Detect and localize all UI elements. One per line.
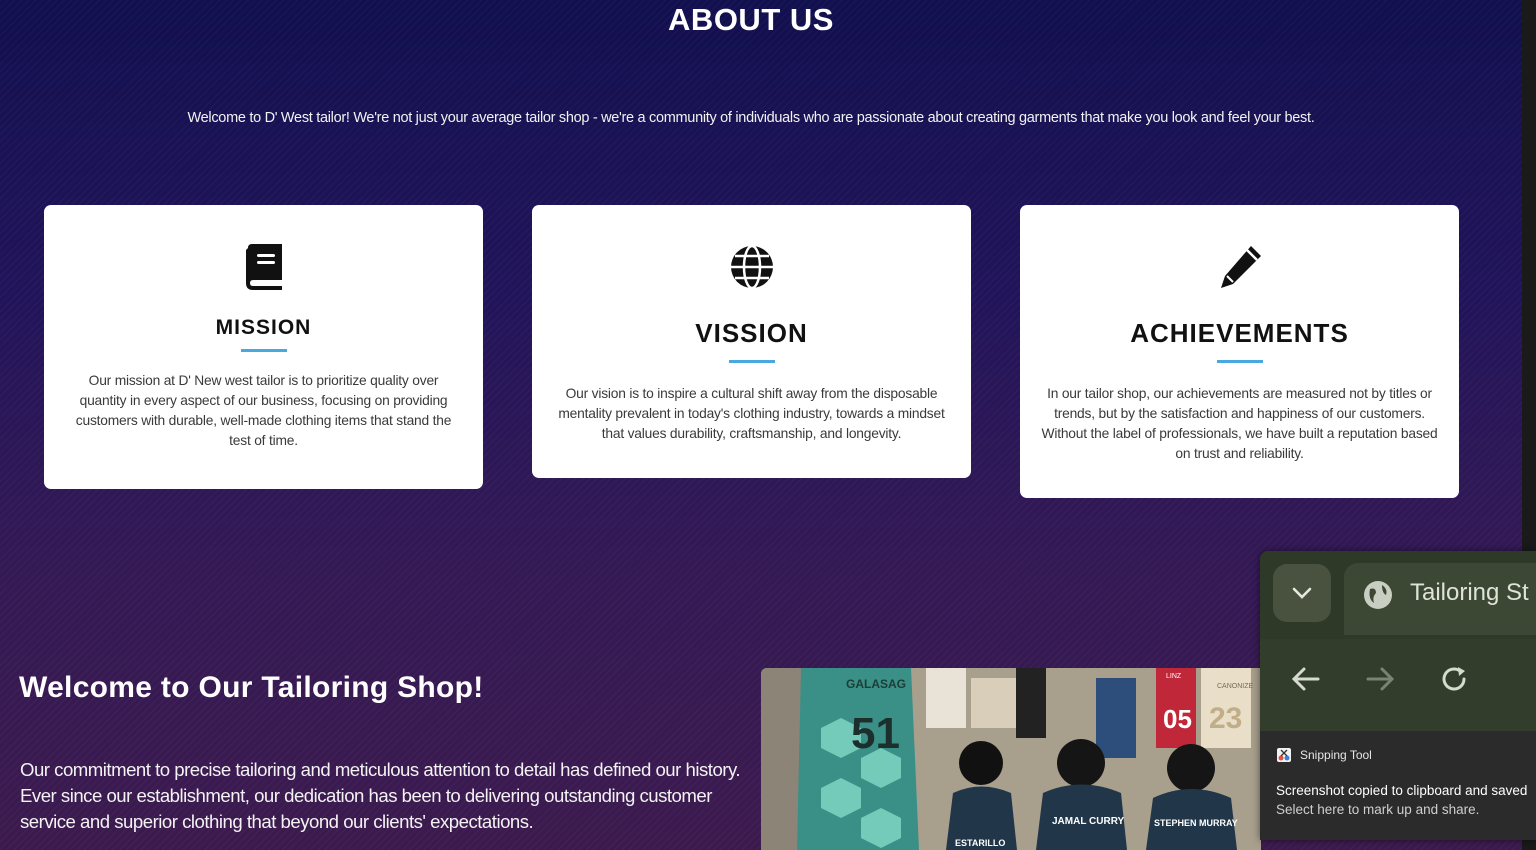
mission-card: MISSION Our mission at D' New west tailo… xyxy=(44,205,483,489)
jersey-name-5: CANONIZE xyxy=(1217,683,1254,690)
mission-title: MISSION xyxy=(215,316,312,339)
vision-title: VISSION xyxy=(695,318,808,348)
achievements-underline xyxy=(1216,360,1263,363)
forward-arrow-icon xyxy=(1366,667,1395,691)
shop-photo: GALASAG 51 LINZ 05 CANONIZE 23 ESTARILLO… xyxy=(761,668,1261,850)
jersey-number-1: 05 xyxy=(1163,704,1192,734)
vision-card: VISSION Our vision is to inspire a cultu… xyxy=(532,205,971,478)
tab-search-button xyxy=(1273,564,1331,622)
jersey-name-2: STEPHEN MURRAY xyxy=(1154,818,1238,828)
mission-text: Our mission at D' New west tailor is to … xyxy=(75,373,452,448)
pencil-icon xyxy=(1220,246,1261,288)
shop-photo-image: GALASAG 51 LINZ 05 CANONIZE 23 ESTARILLO… xyxy=(761,668,1261,850)
globe-icon xyxy=(1364,581,1392,609)
welcome-title: Welcome to Our Tailoring Shop! xyxy=(19,671,484,704)
notification-app: Snipping Tool xyxy=(1276,747,1372,763)
reload-icon xyxy=(1442,667,1466,691)
page-title: ABOUT US xyxy=(668,2,834,37)
snipping-notification[interactable]: Tailoring St Snipping Tool Screenshot co… xyxy=(1260,551,1536,840)
globe-icon xyxy=(730,244,773,290)
notification-subtext: Select here to mark up and share. xyxy=(1276,802,1480,817)
browser-tab-title: Tailoring St xyxy=(1410,579,1529,606)
jersey-name-3: ESTARILLO xyxy=(955,838,1005,848)
jersey-name-1: JAMAL CURRY xyxy=(1052,816,1125,827)
notification-app-name: Snipping Tool xyxy=(1300,748,1372,762)
vision-underline xyxy=(728,360,775,363)
back-arrow-icon xyxy=(1291,667,1320,691)
intro-text: Welcome to D' West tailor! We're not jus… xyxy=(187,110,1315,126)
jersey-number-0: 51 xyxy=(851,709,900,758)
book-icon xyxy=(245,244,282,290)
welcome-body: Our commitment to precise tailoring and … xyxy=(20,759,741,832)
jersey-name-0: GALASAG xyxy=(846,677,906,691)
vision-text: Our vision is to inspire a cultural shif… xyxy=(558,386,945,441)
jersey-name-4: LINZ xyxy=(1166,673,1182,680)
chevron-down-icon xyxy=(1292,587,1312,599)
achievements-title: ACHIEVEMENTS xyxy=(1130,318,1349,348)
thumbnail-tabstrip: Tailoring St xyxy=(1260,551,1536,639)
jersey-number-2: 23 xyxy=(1209,702,1242,735)
notification-message: Screenshot copied to clipboard and saved xyxy=(1276,783,1528,798)
mission-underline xyxy=(240,349,287,352)
achievements-card: ACHIEVEMENTS In our tailor shop, our ach… xyxy=(1020,205,1459,498)
achievements-text: In our tailor shop, our achievements are… xyxy=(1041,386,1438,461)
snipping-tool-icon xyxy=(1277,748,1291,762)
